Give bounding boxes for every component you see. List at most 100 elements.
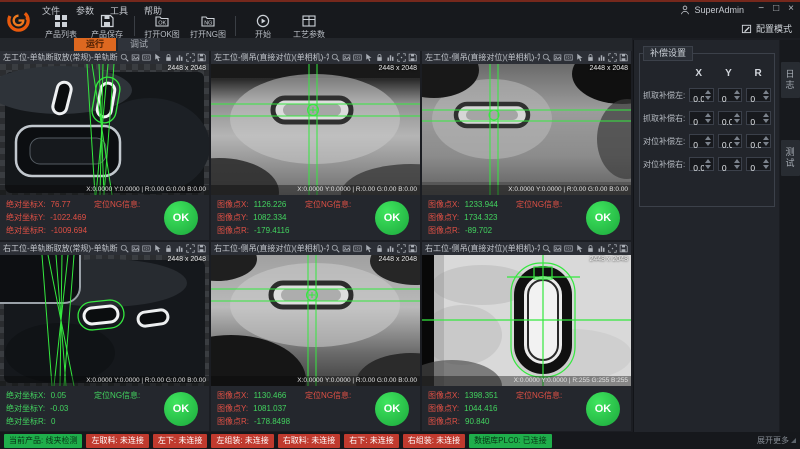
status-ok-badge[interactable]: OK [375,201,409,235]
one-to-one-icon[interactable] [353,244,362,253]
align-left-y-stepper[interactable] [718,134,743,148]
lock-icon[interactable] [586,53,595,62]
result-panel: 图像点X:1233.944 图像点Y:1734.323 图像点R:-89.702… [422,195,631,240]
histogram-icon[interactable] [386,53,395,62]
view-tab-strip: 运行 调试 [0,38,632,51]
zoom-icon[interactable] [542,53,551,62]
product-list-icon [54,14,68,28]
align-left-r-stepper[interactable] [746,134,771,148]
tab-debug[interactable]: 调试 [118,38,160,51]
lock-icon[interactable] [164,244,173,253]
folder-ok-icon [155,14,169,28]
grab-right-r-stepper[interactable] [746,111,771,125]
image-icon[interactable] [131,53,140,62]
one-to-one-icon[interactable] [353,53,362,62]
region-icon[interactable] [186,244,195,253]
row-label: 抓取补偿左: [643,90,685,101]
zoom-icon[interactable] [542,244,551,253]
histogram-icon[interactable] [597,244,606,253]
align-right-x-stepper[interactable] [689,157,714,171]
cursor-icon[interactable] [153,53,162,62]
grab-left-x-stepper[interactable] [689,88,714,102]
cursor-icon[interactable] [575,244,584,253]
ng-info-label: 定位NG信息: [94,389,140,402]
maximize-button[interactable]: □ [773,3,779,14]
save-icon[interactable] [197,244,206,253]
minimize-button[interactable]: − [758,3,764,14]
align-left-x-stepper[interactable] [689,134,714,148]
image-icon[interactable] [553,244,562,253]
zoom-icon[interactable] [331,53,340,62]
one-to-one-icon[interactable] [564,244,573,253]
region-icon[interactable] [397,244,406,253]
cursor-icon[interactable] [575,53,584,62]
image-icon[interactable] [342,244,351,253]
image-icon[interactable] [342,53,351,62]
lock-icon[interactable] [375,244,384,253]
user-account[interactable]: SuperAdmin [680,5,744,15]
save-icon[interactable] [619,244,628,253]
camera-image[interactable]: 2448 x 2048 X:0.0000 Y:0.0000 | R:0.00 G… [0,255,209,386]
histogram-icon[interactable] [175,53,184,62]
region-icon[interactable] [608,53,617,62]
align-comp-right-row: 对位补偿右: [643,157,771,171]
config-mode-button[interactable]: 配置模式 [741,22,792,35]
camera-image[interactable]: 2448 x 2048 X:0.0000 Y:0.0000 | R:255 G:… [422,255,631,386]
histogram-icon[interactable] [597,53,606,62]
one-to-one-icon[interactable] [564,53,573,62]
status-ok-badge[interactable]: OK [375,392,409,426]
align-right-r-stepper[interactable] [746,157,771,171]
image-icon[interactable] [553,53,562,62]
align-right-y-stepper[interactable] [718,157,743,171]
open-ok-image-button[interactable]: 打开OK图 [141,14,183,40]
side-tab-test[interactable]: 测试 [781,140,800,176]
lock-icon[interactable] [586,244,595,253]
save-icon[interactable] [408,244,417,253]
zoom-icon[interactable] [331,244,340,253]
result-panel: 图像点X:1130.466 图像点Y:1081.037 图像点R:-178.84… [211,386,420,431]
save-icon[interactable] [619,53,628,62]
process-params-button[interactable]: 工艺参数 [288,14,330,40]
region-icon[interactable] [608,244,617,253]
region-icon[interactable] [397,53,406,62]
open-ng-image-button[interactable]: 打开NG图 [187,14,229,40]
status-ok-badge[interactable]: OK [586,392,620,426]
camera-image[interactable]: 2448 x 2048 X:0.0000 Y:0.0000 | R:0.00 G… [211,255,420,386]
grab-left-y-stepper[interactable] [718,88,743,102]
cursor-icon[interactable] [364,53,373,62]
lock-icon[interactable] [164,53,173,62]
tab-run[interactable]: 运行 [74,38,116,51]
camera-image[interactable]: 2448 x 2048 X:0.0000 Y:0.0000 | R:0.00 G… [422,64,631,195]
camera-image[interactable]: 2448 x 2048 X:0.0000 Y:0.0000 | R:0.00 G… [211,64,420,195]
grab-left-r-stepper[interactable] [746,88,771,102]
grab-right-x-stepper[interactable] [689,111,714,125]
pixel-readout: X:0.0000 Y:0.0000 | R:0.00 G:0.00 B:0.00 [0,376,209,386]
row-label: 对位补偿左: [643,136,685,147]
cursor-icon[interactable] [364,244,373,253]
grab-right-y-stepper[interactable] [718,111,743,125]
histogram-icon[interactable] [386,244,395,253]
image-icon[interactable] [131,244,140,253]
camera-image[interactable]: 2448 x 2048 X:0.0000 Y:0.0000 | R:0.00 G… [0,64,209,195]
coord-label: 图像点Y: [217,211,248,224]
zoom-icon[interactable] [120,244,129,253]
start-button[interactable]: 开始 [242,14,284,40]
histogram-icon[interactable] [175,244,184,253]
expand-more-button[interactable]: 展开更多 [757,435,796,446]
image-resolution: 2448 x 2048 [378,65,417,72]
one-to-one-icon[interactable] [142,244,151,253]
status-ok-badge[interactable]: OK [164,392,198,426]
lock-icon[interactable] [375,53,384,62]
close-button[interactable]: × [788,3,794,14]
region-icon[interactable] [186,53,195,62]
status-ok-badge[interactable]: OK [586,201,620,235]
status-ok-badge[interactable]: OK [164,201,198,235]
one-to-one-icon[interactable] [142,53,151,62]
save-icon[interactable] [408,53,417,62]
side-tab-log[interactable]: 日志 [781,62,800,98]
zoom-icon[interactable] [120,53,129,62]
product-list-button[interactable]: 产品列表 [40,14,82,40]
cursor-icon[interactable] [153,244,162,253]
product-save-button[interactable]: 产品保存 [86,14,128,40]
save-icon[interactable] [197,53,206,62]
